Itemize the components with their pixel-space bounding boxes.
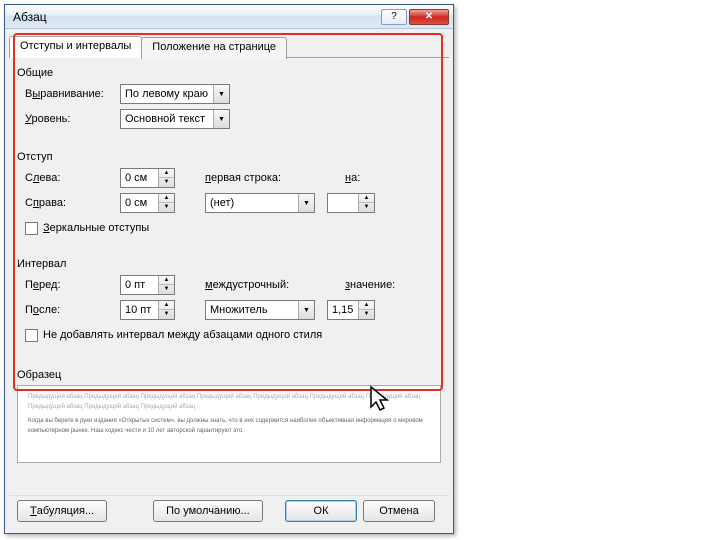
spinner-buttons[interactable]: ▲▼ bbox=[158, 194, 174, 212]
section-general: Общие bbox=[17, 67, 441, 79]
at-label: значение: bbox=[345, 279, 407, 291]
tabstrip: Отступы и интервалы Положение на страниц… bbox=[9, 35, 449, 57]
dialog-body: Отступы и интервалы Положение на страниц… bbox=[9, 31, 449, 529]
linespacing-label: междустрочный: bbox=[205, 279, 315, 291]
chevron-down-icon[interactable]: ▼ bbox=[298, 301, 314, 319]
section-spacing: Интервал bbox=[17, 258, 441, 270]
indent-right-label: Справа: bbox=[25, 197, 120, 209]
close-button[interactable]: ✕ bbox=[409, 9, 449, 25]
nospace-label: Не добавлять интервал между абзацами одн… bbox=[43, 329, 322, 341]
mirror-indents-checkbox[interactable] bbox=[25, 222, 38, 235]
indent-by-label: на: bbox=[345, 172, 407, 184]
tab-content: Общие Выравнивание: По левому краю ▼ Уро… bbox=[17, 61, 441, 489]
before-label: Перед: bbox=[25, 279, 120, 291]
after-label: После: bbox=[25, 304, 120, 316]
window-title: Абзац bbox=[13, 10, 379, 24]
tabs-button[interactable]: Табуляция... bbox=[17, 500, 107, 522]
titlebar: Абзац ? ✕ bbox=[5, 5, 453, 29]
spinner-buttons[interactable]: ▲▼ bbox=[358, 194, 374, 212]
indent-left-label: Слева: bbox=[25, 172, 120, 184]
help-button[interactable]: ? bbox=[381, 9, 407, 25]
level-label: Уровень: bbox=[25, 113, 120, 125]
spinner-buttons[interactable]: ▲▼ bbox=[158, 276, 174, 294]
section-preview: Образец bbox=[17, 369, 441, 381]
spinner-buttons[interactable]: ▲▼ bbox=[158, 169, 174, 187]
tab-position[interactable]: Положение на странице bbox=[141, 37, 287, 59]
spinner-buttons[interactable]: ▲▼ bbox=[158, 301, 174, 319]
at-spinner[interactable]: 1,15 ▲▼ bbox=[327, 300, 375, 320]
chevron-down-icon[interactable]: ▼ bbox=[213, 85, 229, 103]
button-row: Табуляция... По умолчанию... ОК Отмена bbox=[9, 495, 449, 525]
mirror-indents-label: Зеркальные отступы bbox=[43, 222, 149, 234]
indent-right-spinner[interactable]: 0 см ▲▼ bbox=[120, 193, 175, 213]
nospace-checkbox[interactable] bbox=[25, 329, 38, 342]
alignment-label: Выравнивание: bbox=[25, 88, 120, 100]
section-indent: Отступ bbox=[17, 151, 441, 163]
after-spinner[interactable]: 10 пт ▲▼ bbox=[120, 300, 175, 320]
before-spinner[interactable]: 0 пт ▲▼ bbox=[120, 275, 175, 295]
paragraph-dialog: Абзац ? ✕ Отступы и интервалы Положение … bbox=[4, 4, 454, 534]
spinner-buttons[interactable]: ▲▼ bbox=[358, 301, 374, 319]
firstline-combo[interactable]: (нет) ▼ bbox=[205, 193, 315, 213]
ok-button[interactable]: ОК bbox=[285, 500, 357, 522]
firstline-label: первая строка: bbox=[205, 172, 315, 184]
alignment-combo[interactable]: По левому краю ▼ bbox=[120, 84, 230, 104]
preview-box: Предыдущий абзац Предыдущий абзац Предыд… bbox=[17, 385, 441, 463]
level-combo[interactable]: Основной текст ▼ bbox=[120, 109, 230, 129]
cancel-button[interactable]: Отмена bbox=[363, 500, 435, 522]
linespacing-combo[interactable]: Множитель ▼ bbox=[205, 300, 315, 320]
indent-by-spinner[interactable]: ▲▼ bbox=[327, 193, 375, 213]
tab-indents[interactable]: Отступы и интервалы bbox=[9, 36, 142, 58]
chevron-down-icon[interactable]: ▼ bbox=[213, 110, 229, 128]
indent-left-spinner[interactable]: 0 см ▲▼ bbox=[120, 168, 175, 188]
chevron-down-icon[interactable]: ▼ bbox=[298, 194, 314, 212]
default-button[interactable]: По умолчанию... bbox=[153, 500, 263, 522]
